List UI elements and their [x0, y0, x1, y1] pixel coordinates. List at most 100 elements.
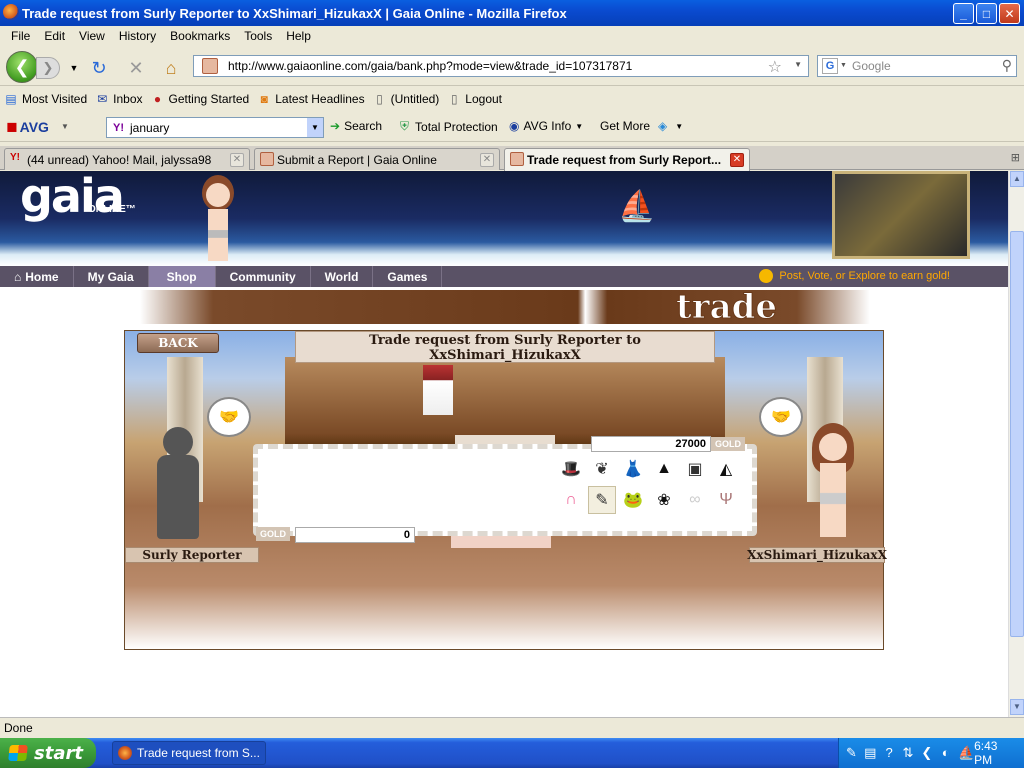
stop-icon[interactable]: ✕ — [126, 58, 146, 78]
scroll-thumb[interactable] — [1010, 231, 1024, 637]
total-protection-button[interactable]: ⛨ Total Protection — [400, 119, 498, 134]
item-frog-icon[interactable]: 🐸 — [619, 486, 647, 514]
taskbar-firefox-item[interactable]: Trade request from S... — [112, 741, 266, 765]
most-visited-icon: ▤ — [5, 91, 17, 106]
menu-edit[interactable]: Edit — [37, 29, 72, 43]
trade-banner-text: trade — [675, 287, 778, 328]
address-bar[interactable]: http://www.gaiaonline.com/gaia/bank.php?… — [193, 55, 809, 77]
globe-icon: ◉ — [509, 119, 520, 133]
expand-tray-icon[interactable]: ❮ — [920, 745, 933, 761]
rss-icon: ◙ — [260, 91, 268, 106]
scroll-up-icon[interactable]: ▲ — [1010, 171, 1024, 187]
close-tab-icon[interactable]: ✕ — [480, 153, 494, 167]
gaia-favicon-icon — [510, 152, 524, 166]
avg-search-input[interactable]: Y! january ▼ — [106, 117, 324, 138]
forward-arrow-icon: ❯ — [42, 60, 54, 75]
tab-list-icon[interactable]: ⊞ — [1011, 151, 1020, 164]
inbox-icon: ✉ — [97, 91, 108, 106]
menu-help[interactable]: Help — [279, 29, 318, 43]
search-box[interactable]: G ▼ Google ⚲ — [817, 55, 1017, 77]
gold-promo-link[interactable]: Post, Vote, or Explore to earn gold! — [759, 269, 950, 283]
avg-menu-dropdown-icon[interactable]: ▼ — [61, 122, 69, 131]
item-dress-icon[interactable]: 👗 — [619, 455, 647, 483]
shield-icon: ⛨ — [400, 119, 410, 133]
item-wings-icon[interactable]: ❦ — [588, 455, 616, 483]
bookmark-getting-started[interactable]: ● Getting Started — [151, 92, 249, 106]
right-username: XxShimari_HizukaxX — [747, 547, 887, 563]
url-text: http://www.gaiaonline.com/gaia/bank.php?… — [228, 59, 633, 73]
menu-history[interactable]: History — [112, 29, 163, 43]
menu-bookmarks[interactable]: Bookmarks — [163, 29, 237, 43]
vertical-scrollbar[interactable]: ▲ ▼ — [1008, 171, 1024, 717]
page-icon: ▯ — [450, 91, 458, 106]
nav-world[interactable]: World — [311, 266, 374, 287]
bank-clerk — [423, 365, 453, 415]
windows-taskbar: start Trade request from S... ✎ ▤ ? ⇅ ❮ … — [0, 738, 1024, 768]
menu-file[interactable]: File — [4, 29, 37, 43]
forward-button[interactable]: ❯ — [36, 57, 60, 79]
network-tray-icon[interactable]: ⇅ — [902, 745, 915, 761]
search-dropdown-icon[interactable]: ▼ — [307, 118, 323, 137]
maximize-button[interactable]: □ — [976, 3, 997, 24]
menu-view[interactable]: View — [72, 29, 112, 43]
nav-my-gaia[interactable]: My Gaia — [74, 266, 149, 287]
tab-trade-request[interactable]: Trade request from Surly Report... ✕ — [504, 148, 750, 171]
close-tab-icon[interactable]: ✕ — [730, 153, 744, 167]
item-brush-icon[interactable]: ✎ — [588, 486, 616, 514]
help-tray-icon[interactable]: ? — [883, 745, 896, 761]
minimize-button[interactable]: _ — [953, 3, 974, 24]
scroll-down-icon[interactable]: ▼ — [1010, 699, 1024, 715]
offered-items-grid: 🎩 ❦ 👗 ▲ ▣ ◭ ∩ ✎ 🐸 ❀ ∞ Ψ — [557, 455, 742, 516]
avg-info-dropdown-icon: ▼ — [575, 121, 584, 131]
system-tray: ✎ ▤ ? ⇅ ❮ ◐ ⛵ 6:43 PM — [838, 738, 1024, 768]
avg-info-button[interactable]: ◉ AVG Info ▼ — [509, 119, 583, 133]
nav-games[interactable]: Games — [373, 266, 443, 287]
nav-home[interactable]: ⌂ Home — [0, 266, 74, 287]
bookmark-most-visited[interactable]: ▤ Most Visited — [4, 92, 87, 106]
item-hat-icon[interactable]: 🎩 — [557, 455, 585, 483]
bookmark-logout[interactable]: ▯ Logout — [447, 92, 502, 106]
get-more-button[interactable]: Get More ◈ ▼ — [600, 119, 683, 133]
chat-tray-icon[interactable]: ▤ — [864, 745, 877, 761]
status-text: Done — [4, 720, 33, 735]
item-rose-icon[interactable]: ❀ — [650, 486, 678, 514]
item-earmuffs-icon[interactable]: ∩ — [557, 486, 585, 514]
nav-community[interactable]: Community — [216, 266, 311, 287]
ship-tray-icon[interactable]: ⛵ — [958, 745, 974, 761]
start-button[interactable]: start — [0, 738, 96, 768]
banner-ad[interactable] — [832, 171, 970, 259]
engine-dropdown-icon[interactable]: ▼ — [840, 62, 847, 69]
back-button[interactable]: ❮ — [6, 51, 38, 83]
home-icon: ⌂ — [14, 269, 22, 284]
item-antlers-icon[interactable]: Ψ — [712, 486, 740, 514]
item-skirt-icon[interactable]: ◭ — [712, 455, 740, 483]
avg-logo[interactable]: ◼ AVG ▼ — [6, 118, 69, 135]
bookmark-star-icon[interactable]: ☆ — [768, 57, 782, 77]
bookmark-inbox[interactable]: ✉ Inbox — [95, 92, 142, 106]
search-arrow-icon: ➔ — [330, 119, 341, 133]
nav-shop[interactable]: Shop — [148, 266, 216, 287]
gaia-favicon-icon — [260, 152, 274, 166]
bookmark-latest-headlines[interactable]: ◙ Latest Headlines — [257, 91, 365, 106]
item-glasses-icon[interactable]: ∞ — [681, 486, 709, 514]
trade-back-button[interactable]: BACK — [137, 333, 219, 353]
avg-search-button[interactable]: ➔ Search — [330, 119, 382, 133]
your-gold-label: GOLD — [256, 527, 290, 541]
url-dropdown-icon[interactable]: ▼ — [794, 60, 802, 69]
menu-tools[interactable]: Tools — [237, 29, 279, 43]
home-icon[interactable]: ⌂ — [161, 58, 181, 78]
bookmark-untitled[interactable]: ▯ (Untitled) — [373, 92, 439, 106]
pen-tray-icon[interactable]: ✎ — [845, 745, 858, 761]
item-gown-icon[interactable]: ▲ — [650, 455, 678, 483]
get-more-icon: ◈ — [658, 119, 668, 133]
magnifier-icon[interactable]: ⚲ — [1002, 57, 1012, 74]
volume-tray-icon[interactable]: ◐ — [939, 745, 952, 761]
reload-icon[interactable]: ↻ — [89, 58, 109, 78]
item-vest-icon[interactable]: ▣ — [681, 455, 709, 483]
tab-submit-report[interactable]: Submit a Report | Gaia Online ✕ — [254, 148, 500, 170]
history-dropdown-icon[interactable]: ▼ — [64, 58, 84, 78]
close-tab-icon[interactable]: ✕ — [230, 153, 244, 167]
tab-yahoo-mail[interactable]: Y! (44 unread) Yahoo! Mail, jalyssa98 ✕ — [4, 148, 250, 170]
google-engine-icon[interactable]: G — [822, 58, 838, 74]
close-window-button[interactable]: ✕ — [999, 3, 1020, 24]
